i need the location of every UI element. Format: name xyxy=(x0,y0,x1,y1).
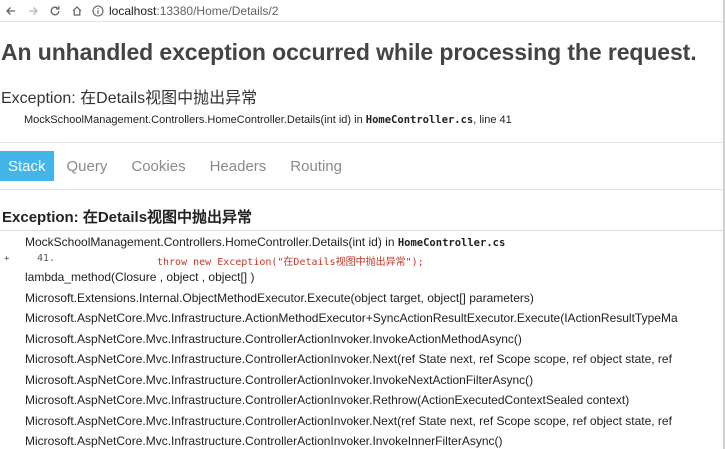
source-line-code: throw new Exception("在Details视图中抛出异常"); xyxy=(157,257,424,268)
reload-button[interactable] xyxy=(44,0,66,22)
browser-toolbar: localhost:13380/Home/Details/2 xyxy=(0,0,725,22)
tab-bar: Stack Query Cookies Headers Routing xyxy=(0,151,354,181)
location-line: , line 41 xyxy=(473,114,512,126)
exception-location: MockSchoolManagement.Controllers.HomeCon… xyxy=(24,114,512,126)
stack-frame-source: MockSchoolManagement.Controllers.HomeCon… xyxy=(0,233,725,253)
divider xyxy=(0,230,725,231)
stack-frame: Microsoft.AspNetCore.Mvc.Infrastructure.… xyxy=(25,372,534,387)
tab-query[interactable]: Query xyxy=(54,151,120,181)
home-button[interactable] xyxy=(66,0,88,22)
frame-method: MockSchoolManagement.Controllers.HomeCon… xyxy=(25,235,398,249)
address-bar[interactable]: localhost:13380/Home/Details/2 xyxy=(92,0,278,22)
tab-headers[interactable]: Headers xyxy=(198,151,279,181)
tab-stack[interactable]: Stack xyxy=(0,151,54,181)
location-file: HomeController.cs xyxy=(365,114,474,126)
stack-frame: Microsoft.AspNetCore.Mvc.Infrastructure.… xyxy=(25,352,672,366)
divider xyxy=(0,189,725,190)
stack-frame: Microsoft.AspNetCore.Mvc.Infrastructure.… xyxy=(25,413,672,428)
stack-frame: Microsoft.AspNetCore.Mvc.Infrastructure.… xyxy=(25,311,678,325)
source-line-number: 41. xyxy=(37,253,56,264)
stack-exception-heading: Exception: 在Details视图中抛出异常 xyxy=(2,209,253,226)
source-code-line: + 41. throw new Exception("在Details视图中抛出… xyxy=(0,253,725,268)
back-button[interactable] xyxy=(0,0,22,22)
page-title: An unhandled exception occurred while pr… xyxy=(1,39,697,65)
tab-routing[interactable]: Routing xyxy=(278,151,354,181)
arrow-left-icon xyxy=(6,6,15,15)
frame-file: HomeController.cs xyxy=(397,237,506,249)
url-path: :13380/Home/Details/2 xyxy=(156,3,279,18)
stack-frame: Microsoft.AspNetCore.Mvc.Infrastructure.… xyxy=(25,331,522,346)
stack-frame: Microsoft.AspNetCore.Mvc.Infrastructure.… xyxy=(25,393,630,407)
info-icon xyxy=(92,4,104,17)
reload-icon xyxy=(50,5,60,15)
stack-frame: Microsoft.Extensions.Internal.ObjectMeth… xyxy=(25,290,534,305)
divider xyxy=(0,142,725,143)
tab-cookies[interactable]: Cookies xyxy=(119,151,197,181)
url-text: localhost:13380/Home/Details/2 xyxy=(109,4,278,18)
stack-frame: Microsoft.AspNetCore.Mvc.Infrastructure.… xyxy=(25,434,503,448)
location-method: MockSchoolManagement.Controllers.HomeCon… xyxy=(24,114,366,126)
home-icon xyxy=(72,5,82,16)
arrow-right-icon xyxy=(29,6,38,15)
exception-title: Exception: 在Details视图中抛出异常 xyxy=(1,90,258,107)
url-host: localhost xyxy=(109,3,157,18)
stack-frame: lambda_method(Closure , object , object[… xyxy=(25,270,255,284)
stack-frame-list: MockSchoolManagement.Controllers.HomeCon… xyxy=(0,233,725,449)
expand-source-button[interactable]: + xyxy=(4,254,9,264)
forward-button[interactable] xyxy=(22,0,44,22)
